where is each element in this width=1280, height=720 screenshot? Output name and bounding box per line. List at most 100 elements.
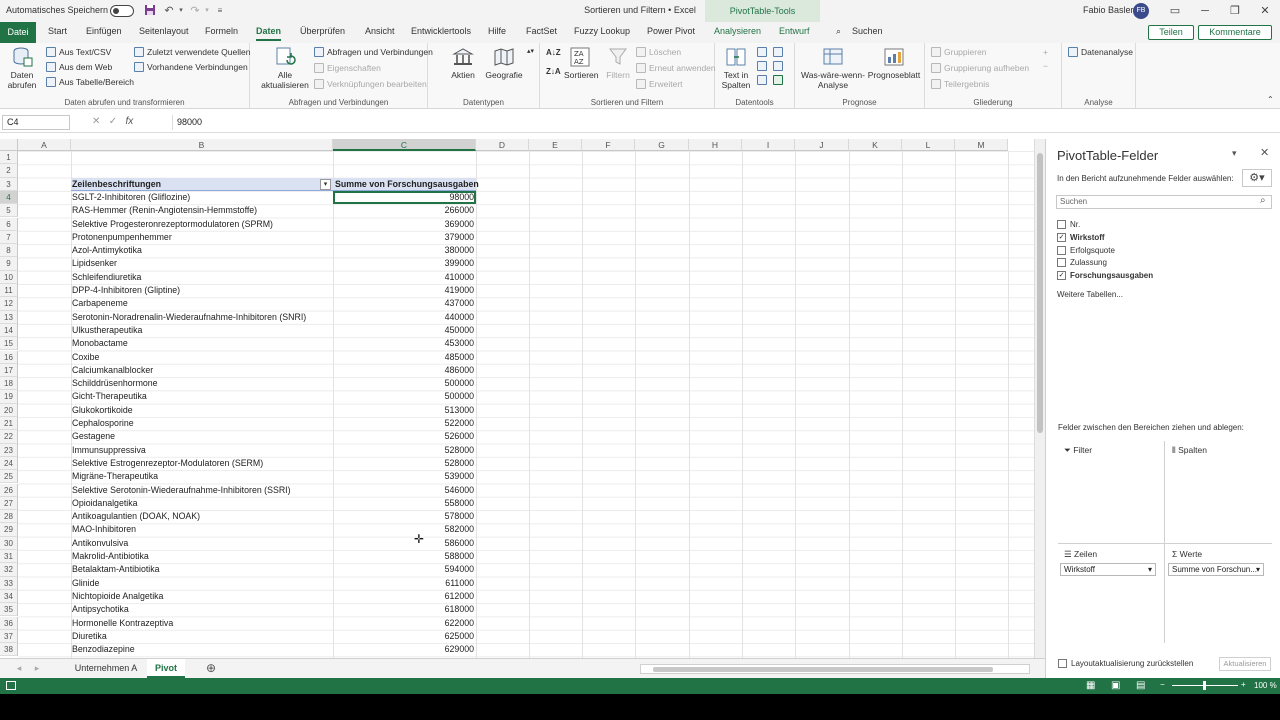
pane-close-icon[interactable]: ✕ bbox=[1260, 146, 1269, 159]
datatypes-more-icon[interactable]: ▴▾ bbox=[527, 47, 534, 55]
row-header[interactable]: 13 bbox=[0, 310, 18, 324]
recent-sources-button[interactable]: Zuletzt verwendete Quellen bbox=[134, 47, 250, 57]
column-header-g[interactable]: G bbox=[635, 139, 689, 151]
row-label-cell[interactable]: Nichtopioide Analgetika bbox=[71, 590, 333, 603]
row-label-cell[interactable]: Carbapeneme bbox=[71, 297, 333, 310]
row-label-cell[interactable]: Migräne-Therapeutika bbox=[71, 470, 333, 483]
row-header[interactable]: 35 bbox=[0, 603, 18, 617]
row-header[interactable]: 18 bbox=[0, 377, 18, 391]
row-label-cell[interactable]: Antikonvulsiva bbox=[71, 537, 333, 550]
from-web-button[interactable]: Aus dem Web bbox=[46, 62, 112, 72]
sheet-tab-unternehmen-a[interactable]: Unternehmen A bbox=[66, 659, 146, 678]
stocks-button[interactable]: Aktien bbox=[446, 46, 480, 80]
row-header[interactable]: 16 bbox=[0, 350, 18, 364]
column-header-k[interactable]: K bbox=[849, 139, 902, 151]
properties-button[interactable]: Eigenschaften bbox=[314, 63, 381, 73]
field-checkbox[interactable]: ✓ bbox=[1057, 271, 1066, 281]
value-cell[interactable]: 594000 bbox=[333, 563, 476, 576]
group-button[interactable]: Gruppieren bbox=[931, 47, 987, 57]
row-header[interactable]: 21 bbox=[0, 417, 18, 431]
pane-options-icon[interactable]: ▾ bbox=[1232, 148, 1237, 159]
queries-connections-button[interactable]: Abfragen und Verbindungen bbox=[314, 47, 433, 57]
from-table-button[interactable]: Aus Tabelle/Bereich bbox=[46, 77, 134, 87]
row-header[interactable]: 12 bbox=[0, 297, 18, 311]
from-text-csv-button[interactable]: Aus Text/CSV bbox=[46, 47, 111, 57]
row-header[interactable]: 3 bbox=[0, 177, 18, 191]
rows-field-wirkstoff[interactable]: Wirkstoff bbox=[1060, 563, 1156, 576]
row-header[interactable]: 34 bbox=[0, 589, 18, 604]
scroll-thumb[interactable] bbox=[1037, 153, 1043, 433]
column-header-a[interactable]: A bbox=[18, 139, 71, 151]
remove-duplicates-icon[interactable] bbox=[757, 61, 767, 71]
zoom-level[interactable]: 100 % bbox=[1254, 681, 1277, 690]
reapply-button[interactable]: Erneut anwenden bbox=[636, 63, 716, 73]
zoom-in-icon[interactable]: + bbox=[1241, 680, 1246, 689]
undo-dropdown-icon[interactable]: ▾ bbox=[174, 4, 188, 18]
macro-record-icon[interactable] bbox=[6, 681, 16, 690]
next-sheet-icon[interactable]: ▸ bbox=[32, 659, 42, 678]
restore-icon[interactable]: ❐ bbox=[1220, 2, 1250, 20]
row-label-cell[interactable]: Lipidsenker bbox=[71, 257, 333, 270]
column-header-j[interactable]: J bbox=[795, 139, 849, 151]
column-header-d[interactable]: D bbox=[476, 139, 529, 151]
value-cell[interactable]: 419000 bbox=[333, 284, 476, 297]
consolidate-icon[interactable] bbox=[773, 47, 783, 57]
subtotal-button[interactable]: Teilergebnis bbox=[931, 79, 989, 89]
value-cell[interactable]: 528000 bbox=[333, 457, 476, 470]
sheet-tab-pivot[interactable]: Pivot bbox=[147, 659, 185, 678]
row-header[interactable]: 2 bbox=[0, 164, 18, 178]
value-cell[interactable]: 399000 bbox=[333, 257, 476, 270]
value-cell[interactable]: 611000 bbox=[333, 577, 476, 590]
checkbox[interactable] bbox=[1058, 659, 1067, 668]
tab-fuzzy-lookup[interactable]: Fuzzy Lookup bbox=[574, 26, 630, 36]
row-label-cell[interactable]: DPP-4-Inhibitoren (Gliptine) bbox=[71, 284, 333, 297]
share-button[interactable]: Teilen bbox=[1148, 25, 1194, 40]
row-header[interactable]: 26 bbox=[0, 483, 18, 497]
field-item[interactable]: Erfolgsquote bbox=[1057, 245, 1115, 255]
row-header[interactable]: 4 bbox=[0, 190, 18, 205]
zoom-slider-handle[interactable] bbox=[1203, 681, 1206, 690]
value-cell[interactable]: 266000 bbox=[333, 204, 476, 217]
formula-input[interactable]: 98000 bbox=[172, 115, 1272, 130]
tab-file[interactable]: Datei bbox=[0, 22, 36, 43]
hide-detail-icon[interactable]: − bbox=[1043, 61, 1048, 71]
row-header[interactable]: 10 bbox=[0, 270, 18, 284]
value-cell[interactable]: 410000 bbox=[333, 271, 476, 284]
tab-formulas[interactable]: Formeln bbox=[205, 26, 238, 36]
search-box[interactable]: Suchen bbox=[852, 26, 883, 36]
ungroup-button[interactable]: Gruppierung aufheben bbox=[931, 63, 1029, 73]
text-to-columns-button[interactable]: Text in Spalten bbox=[719, 46, 753, 90]
row-header[interactable]: 11 bbox=[0, 284, 18, 298]
column-header-f[interactable]: F bbox=[582, 139, 635, 151]
row-header[interactable]: 33 bbox=[0, 576, 18, 590]
comments-button[interactable]: Kommentare bbox=[1198, 25, 1272, 40]
row-header[interactable]: 31 bbox=[0, 550, 18, 564]
update-button[interactable]: Aktualisieren bbox=[1219, 657, 1271, 671]
zoom-out-icon[interactable]: − bbox=[1160, 680, 1165, 689]
value-cell[interactable]: 588000 bbox=[333, 550, 476, 563]
field-checkbox[interactable]: ✓ bbox=[1057, 232, 1066, 242]
tab-data[interactable]: Daten bbox=[256, 26, 282, 41]
row-label-cell[interactable]: Betalaktam-Antibiotika bbox=[71, 563, 333, 576]
row-header[interactable]: 7 bbox=[0, 230, 18, 245]
row-header[interactable]: 37 bbox=[0, 629, 18, 644]
row-label-cell[interactable]: Azol-Antimykotika bbox=[71, 244, 333, 257]
tab-start[interactable]: Start bbox=[48, 26, 67, 36]
value-cell[interactable]: 582000 bbox=[333, 523, 476, 536]
column-header-h[interactable]: H bbox=[689, 139, 742, 151]
refresh-all-button[interactable]: Alle aktualisieren bbox=[256, 46, 314, 90]
value-cell[interactable]: 578000 bbox=[333, 510, 476, 523]
row-label-cell[interactable]: RAS-Hemmer (Renin-Angiotensin-Hemmstoffe… bbox=[71, 204, 333, 217]
row-header[interactable]: 30 bbox=[0, 536, 18, 550]
filter-area[interactable]: ⏷ Filter bbox=[1058, 443, 1163, 538]
tab-view[interactable]: Ansicht bbox=[365, 26, 395, 36]
enter-icon[interactable]: ✓ bbox=[109, 116, 117, 127]
row-label-cell[interactable]: Gicht-Therapeutika bbox=[71, 390, 333, 403]
column-header-i[interactable]: I bbox=[742, 139, 795, 151]
data-analysis-button[interactable]: Datenanalyse bbox=[1068, 47, 1133, 57]
value-cell[interactable]: 528000 bbox=[333, 444, 476, 457]
field-item[interactable]: ✓ Wirkstoff bbox=[1057, 232, 1105, 242]
row-header[interactable]: 28 bbox=[0, 510, 18, 524]
value-cell[interactable]: 625000 bbox=[333, 630, 476, 643]
tab-review[interactable]: Überprüfen bbox=[300, 26, 345, 36]
